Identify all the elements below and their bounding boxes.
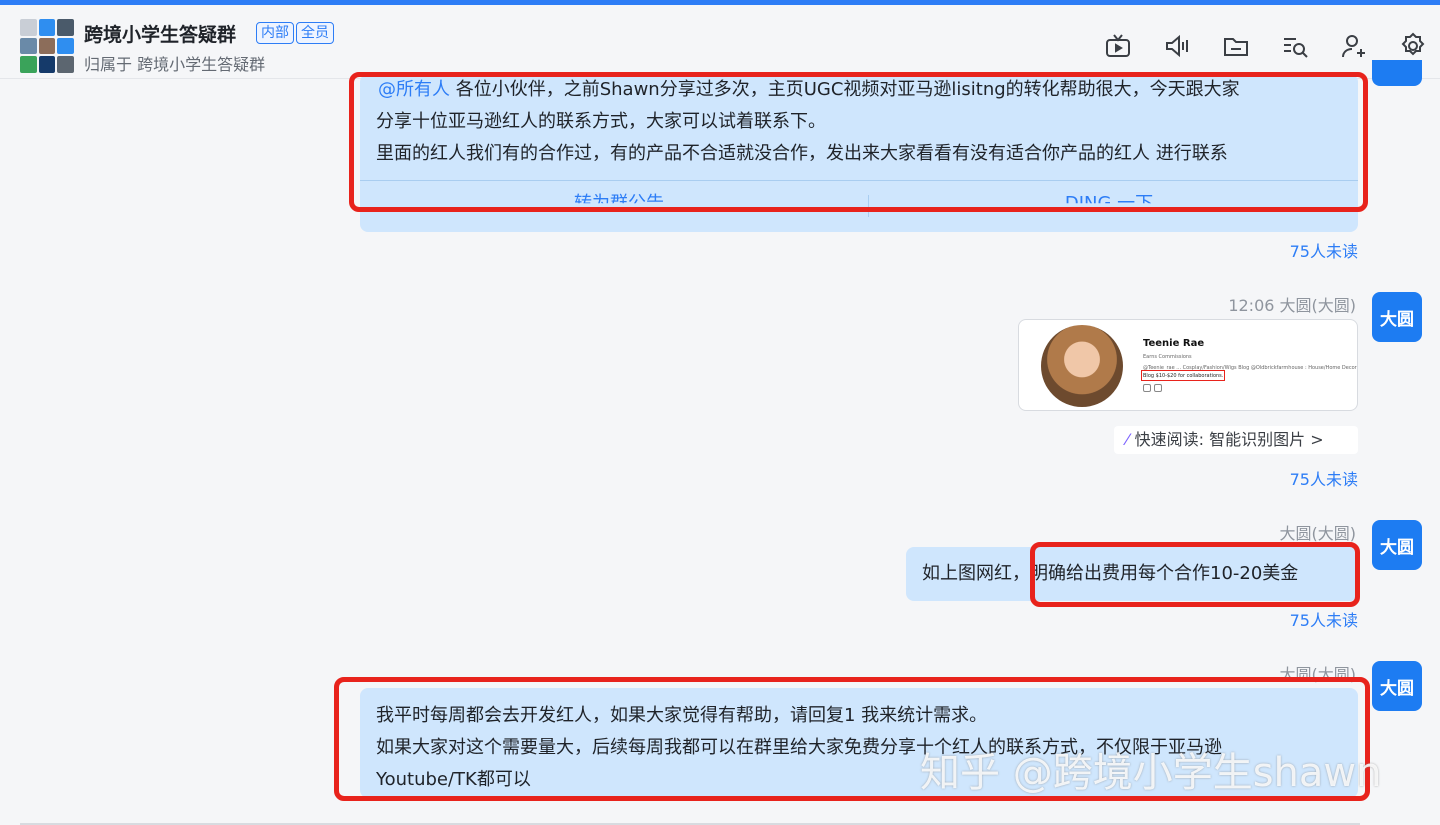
message-sender: 大圆(大圆) [1279, 665, 1357, 684]
image-annotation [1141, 370, 1225, 381]
message-sender: 大圆(大圆) [1279, 524, 1357, 543]
profile-photo [1041, 325, 1123, 407]
voice-call-icon[interactable] [1163, 32, 1191, 60]
ding-button[interactable]: DING 一下 [860, 189, 1358, 203]
profile-subtitle: Earns Commissions [1143, 354, 1192, 360]
group-avatar[interactable] [20, 19, 74, 73]
message-line: 我平时每周都会去开发红人，如果大家觉得有帮助，请回复1 我来统计需求。 [376, 705, 988, 726]
folder-icon[interactable] [1222, 32, 1250, 60]
chat-header: 跨境小学生答疑群 内部 全员 归属于 跨境小学生答疑群 [0, 5, 1440, 79]
convert-to-announcement-button[interactable]: 转为群公告 [370, 189, 868, 203]
message-image[interactable]: Teenie Rae Earns Commissions @Teenie_rae… [1018, 319, 1358, 411]
group-subtitle[interactable]: 归属于 跨境小学生答疑群 [84, 51, 265, 75]
settings-icon[interactable] [1399, 32, 1427, 60]
read-status[interactable]: 75人未读 [1200, 238, 1358, 262]
sender-avatar[interactable]: 大圆 [1372, 661, 1422, 711]
avatar-partial [1372, 60, 1422, 86]
add-member-icon[interactable] [1340, 32, 1368, 60]
profile-social-icons [1143, 384, 1162, 392]
message-line: 里面的红人我们有的合作过，有的产品不合适就没合作，发出来大家看看有没有适合你产品… [376, 143, 1228, 164]
message-line: @所有人 各位小伙伴，之前Shawn分享过多次，主页UGC视频对亚马逊lisit… [378, 79, 1240, 100]
profile-name: Teenie Rae [1143, 338, 1205, 349]
sender-avatar[interactable]: 大圆 [1372, 292, 1422, 342]
read-status[interactable]: 75人未读 [1200, 607, 1358, 631]
mention-all[interactable]: @所有人 [378, 79, 450, 100]
tag-internal: 内部 [256, 22, 294, 44]
read-status[interactable]: 75人未读 [1200, 466, 1358, 490]
tag-all-members: 全员 [296, 22, 334, 44]
message-line: 分享十位亚马逊红人的联系方式，大家可以试着联系下。 [376, 111, 826, 132]
smart-read-button[interactable]: ⁄ 快速阅读: 智能识别图片 > [1114, 426, 1358, 454]
live-video-icon[interactable] [1104, 32, 1132, 60]
chat-area: @所有人 各位小伙伴，之前Shawn分享过多次，主页UGC视频对亚马逊lisit… [0, 60, 1440, 825]
message-bubble[interactable]: 如上图网红，明确给出费用每个合作10-20美金 [906, 547, 1358, 601]
announcement-actions: 转为群公告 DING 一下 [360, 180, 1358, 224]
magic-wand-icon: ⁄ [1126, 430, 1129, 449]
group-title[interactable]: 跨境小学生答疑群 [84, 20, 236, 47]
search-messages-icon[interactable] [1281, 32, 1309, 60]
watermark: 知乎 @跨境小学生shawn [920, 750, 1382, 796]
message-sender-time: 12:06 大圆(大圆) [1228, 296, 1356, 315]
tiktok-icon [1154, 384, 1162, 392]
instagram-icon [1143, 384, 1151, 392]
sender-avatar[interactable]: 大圆 [1372, 520, 1422, 570]
